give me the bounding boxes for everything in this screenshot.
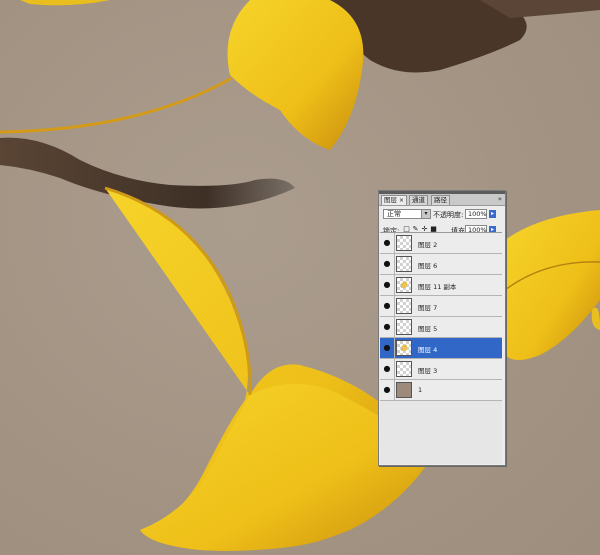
layer-name: 图层 2 (418, 241, 438, 249)
layer-row[interactable]: ● 图层 11 副本 (380, 275, 502, 296)
panel-menu-icon[interactable]: » (498, 195, 502, 203)
layer-thumbnail (396, 235, 412, 251)
layer-thumbnail (396, 256, 412, 272)
eye-icon[interactable]: ● (382, 322, 392, 332)
eye-icon[interactable]: ● (382, 343, 392, 353)
layer-name: 1 (418, 386, 423, 394)
opacity-arrow-icon[interactable]: ▸ (489, 210, 496, 218)
tab-layers-label: 图层 (384, 196, 397, 204)
layer-name: 图层 7 (418, 304, 438, 312)
layer-thumbnail (396, 277, 412, 293)
layer-row[interactable]: ● 图层 2 (380, 233, 502, 254)
tab-channels-label: 通道 (412, 196, 425, 204)
layer-row[interactable]: ● 1 (380, 380, 502, 401)
tab-paths[interactable]: 路径 (431, 195, 450, 205)
blend-row: 正常 ▾ 不透明度: 100% ▸ (379, 206, 505, 222)
layer-row[interactable]: ● 图层 6 (380, 254, 502, 275)
layer-thumbnail (396, 298, 412, 314)
layer-row[interactable]: ● 图层 7 (380, 296, 502, 317)
eye-icon[interactable]: ● (382, 364, 392, 374)
tab-layers[interactable]: 图层 × (381, 195, 408, 205)
layer-thumbnail (396, 382, 412, 398)
opacity-field[interactable]: 100% (465, 209, 487, 219)
layer-row[interactable]: ● 图层 5 (380, 317, 502, 338)
eye-icon[interactable]: ● (382, 280, 392, 290)
eye-icon[interactable]: ● (382, 301, 392, 311)
eye-icon[interactable]: ● (382, 259, 392, 269)
eye-icon[interactable]: ● (382, 385, 392, 395)
opacity-label: 不透明度: (433, 211, 464, 219)
layer-thumbnail (396, 340, 412, 356)
layer-row-selected[interactable]: ● 图层 4 (380, 338, 502, 359)
layer-row[interactable]: ● 图层 3 (380, 359, 502, 380)
blend-mode-select[interactable]: 正常 ▾ (383, 209, 431, 219)
layer-name: 图层 11 副本 (418, 283, 457, 291)
opacity-value: 100% (468, 210, 487, 218)
layer-thumbnail (396, 361, 412, 377)
panel-tabs: 图层 × 通道 路径 » (379, 194, 505, 206)
layers-list: ● 图层 2 ● 图层 6 ● 图层 11 副本 ● 图层 7 ● 图层 5 ●… (380, 232, 502, 464)
layer-name: 图层 5 (418, 325, 438, 333)
eye-icon[interactable]: ● (382, 238, 392, 248)
chevron-down-icon[interactable]: ▾ (421, 210, 430, 218)
layers-panel: 图层 × 通道 路径 » 正常 ▾ 不透明度: 100% ▸ 锁定: □ ✎ ✛ … (378, 190, 506, 466)
tab-paths-label: 路径 (434, 196, 447, 204)
ginkgo-artwork (0, 0, 600, 551)
tab-channels[interactable]: 通道 (409, 195, 428, 205)
layer-name: 图层 4 (418, 346, 438, 354)
blend-mode-value: 正常 (387, 210, 401, 218)
layer-thumbnail (396, 319, 412, 335)
close-icon[interactable]: × (399, 197, 404, 204)
artwork-canvas[interactable] (0, 0, 600, 555)
layer-name: 图层 3 (418, 367, 438, 375)
layer-name: 图层 6 (418, 262, 438, 270)
